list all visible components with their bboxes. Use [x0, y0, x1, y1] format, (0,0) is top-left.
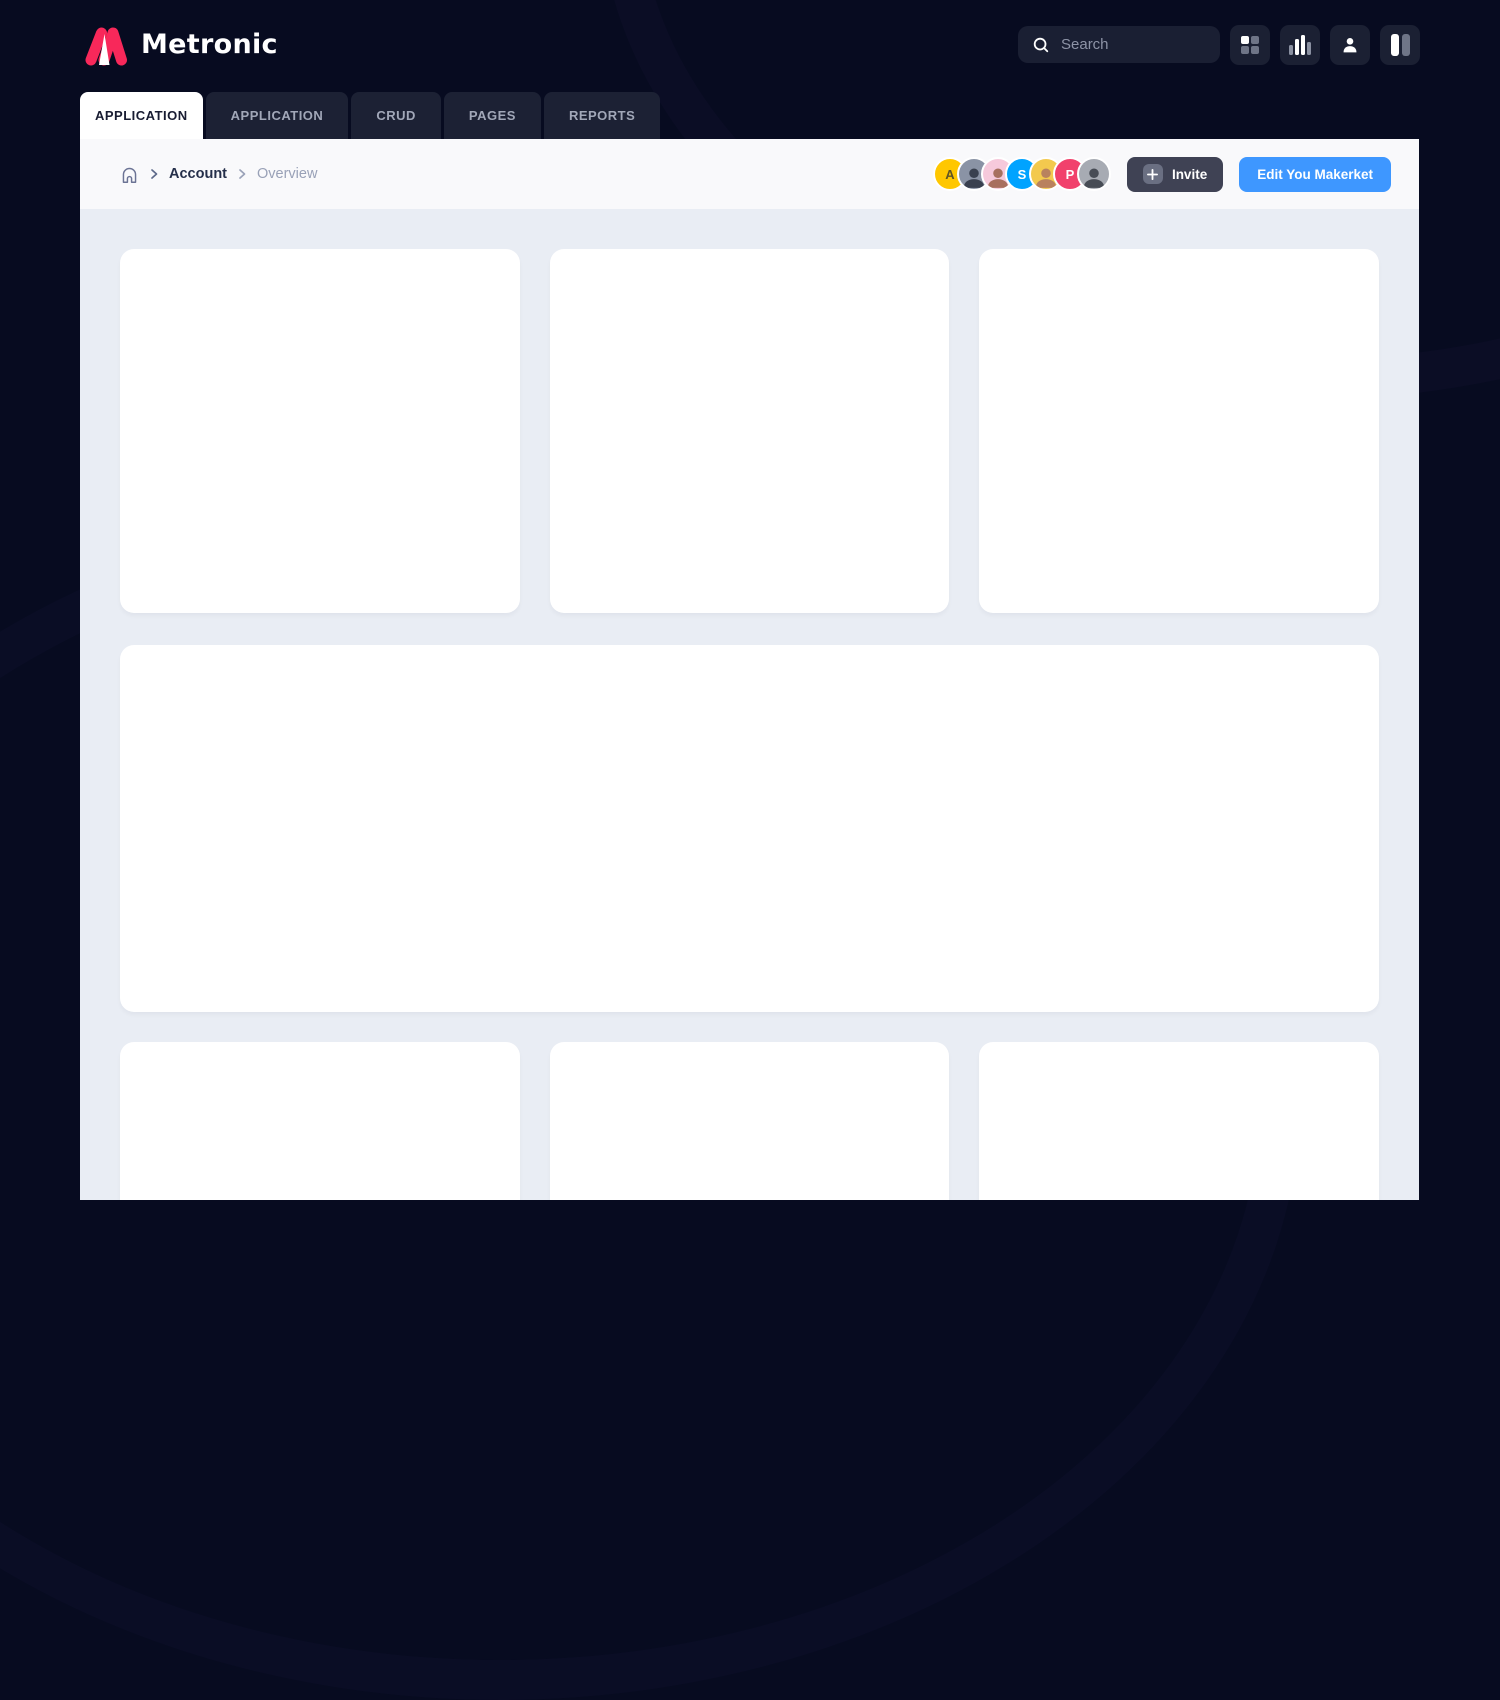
tab-reports[interactable]: REPORTS [544, 92, 660, 139]
brand-name: Metronic [141, 29, 278, 60]
user-icon [1339, 34, 1361, 56]
toolbar-actions: A S P [933, 157, 1391, 192]
avatar[interactable] [1077, 157, 1111, 191]
content-panel: Account Overview A S [80, 139, 1419, 1200]
avatar-group: A S P [933, 157, 1111, 191]
cards-row-bottom [120, 1042, 1379, 1200]
brand-logo[interactable]: Metronic [80, 22, 278, 66]
cards-area [80, 209, 1419, 1200]
card [550, 249, 950, 613]
card-wide [120, 645, 1379, 1012]
tab-crud[interactable]: CRUD [351, 92, 441, 139]
breadcrumb-item-account[interactable]: Account [169, 166, 227, 182]
user-photo-icon [1081, 164, 1107, 190]
page-toolbar: Account Overview A S [80, 139, 1419, 209]
metronic-logo-icon [80, 22, 128, 66]
tab-application[interactable]: APPLICATION [206, 92, 349, 139]
header-actions [1230, 25, 1420, 65]
cards-row-top [120, 249, 1379, 613]
card [120, 249, 520, 613]
profile-button[interactable] [1330, 25, 1370, 65]
bar-chart-icon [1289, 35, 1311, 55]
global-search[interactable] [1018, 26, 1220, 63]
apps-grid-icon [1241, 36, 1259, 54]
tab-pages[interactable]: PAGES [444, 92, 541, 139]
search-icon [1032, 36, 1050, 54]
chevron-right-icon [236, 168, 248, 180]
card [550, 1042, 950, 1200]
card [979, 1042, 1379, 1200]
layout-button[interactable] [1380, 25, 1420, 65]
apps-launcher-button[interactable] [1230, 25, 1270, 65]
breadcrumb: Account Overview [120, 165, 317, 184]
edit-makerket-button[interactable]: Edit You Makerket [1239, 157, 1391, 192]
card [979, 249, 1379, 613]
columns-layout-icon [1391, 34, 1410, 56]
plus-icon [1143, 164, 1163, 184]
breadcrumb-item-overview: Overview [257, 166, 317, 182]
search-input[interactable] [1061, 36, 1206, 53]
chart-button[interactable] [1280, 25, 1320, 65]
avatar-initial: P [1066, 167, 1075, 182]
main-tabs: APPLICATION APPLICATION CRUD PAGES REPOR… [80, 92, 660, 139]
chevron-right-icon [148, 168, 160, 180]
avatar-initial: A [945, 167, 954, 182]
invite-button[interactable]: Invite [1127, 157, 1223, 192]
invite-label: Invite [1172, 167, 1207, 182]
home-icon[interactable] [120, 165, 139, 184]
card [120, 1042, 520, 1200]
tab-application-active[interactable]: APPLICATION [80, 92, 203, 139]
avatar-initial: S [1018, 167, 1027, 182]
